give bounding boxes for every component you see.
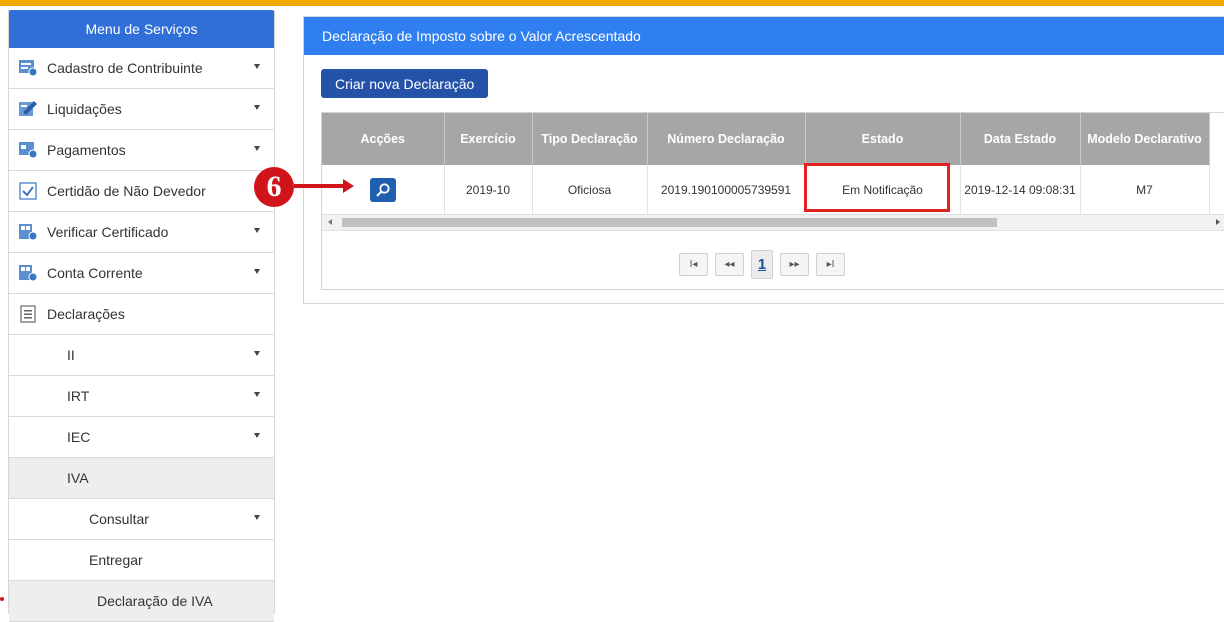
sidebar-item-label: Pagamentos xyxy=(47,142,126,158)
payment-icon xyxy=(17,139,39,161)
declaration-panel: Declaração de Imposto sobre o Valor Acre… xyxy=(303,16,1224,304)
caret-down-icon xyxy=(254,146,260,151)
caret-down-icon xyxy=(254,228,260,233)
previous-page-button[interactable]: ◂◂ xyxy=(715,253,744,276)
sidebar-item-label: II xyxy=(67,347,75,363)
sidebar-item-label: Certidão de Não Devedor xyxy=(47,183,206,199)
panel-title: Declaração de Imposto sobre o Valor Acre… xyxy=(304,17,1224,55)
sidebar-item-label: Consultar xyxy=(89,511,149,527)
caret-down-icon xyxy=(254,515,260,520)
caret-down-icon xyxy=(254,351,260,356)
annotation-dot xyxy=(0,597,4,601)
sidebar-item-label: Declaração de IVA xyxy=(97,593,213,609)
caret-down-icon xyxy=(254,392,260,397)
sidebar-item-ii[interactable]: II xyxy=(9,335,274,376)
scroll-left-icon[interactable] xyxy=(328,219,332,225)
sidebar-title: Menu de Serviços xyxy=(9,10,274,48)
sidebar-item-label: Entregar xyxy=(89,552,143,568)
sidebar-item-label: Verificar Certificado xyxy=(47,224,169,240)
actions-cell xyxy=(322,165,445,215)
annotation-arrow xyxy=(294,184,344,188)
sidebar-item-pagamentos[interactable]: Pagamentos xyxy=(9,130,274,171)
next-page-button[interactable]: ▸▸ xyxy=(780,253,809,276)
step-number-badge: 6 xyxy=(254,167,294,207)
column-header[interactable]: Tipo Declaração xyxy=(532,113,648,165)
sidebar-item-label: Declarações xyxy=(47,306,125,322)
top-accent-bar xyxy=(0,0,1224,6)
cell-tipo: Oficiosa xyxy=(532,165,648,215)
caret-down-icon xyxy=(254,105,260,110)
sidebar-item-certidao[interactable]: Certidão de Não Devedor xyxy=(9,171,274,212)
create-declaration-button[interactable]: Criar nova Declaração xyxy=(321,69,489,98)
cell-modelo: M7 xyxy=(1080,165,1210,215)
horizontal-scrollbar[interactable] xyxy=(322,214,1224,231)
cell-exercicio: 2019-10 xyxy=(444,165,533,215)
sidebar-item-declaracoes[interactable]: Declarações xyxy=(9,294,274,335)
caret-down-icon xyxy=(254,433,260,438)
arrow-head-icon xyxy=(343,179,354,193)
view-declaration-button[interactable] xyxy=(369,177,396,202)
pagination: I◂ ◂◂ 1 ▸▸ ▸I xyxy=(679,250,845,279)
search-icon xyxy=(376,182,390,197)
sidebar-item-verificar-certificado[interactable]: Verificar Certificado xyxy=(9,212,274,253)
sidebar-item-label: Conta Corrente xyxy=(47,265,143,281)
sidebar-item-liquidacoes[interactable]: Liquidações xyxy=(9,89,274,130)
table-header-row: Acções Exercício Tipo Declaração Número … xyxy=(322,113,1210,165)
first-page-button[interactable]: I◂ xyxy=(679,253,708,276)
caret-down-icon xyxy=(254,269,260,274)
column-header[interactable]: Modelo Declarativo xyxy=(1080,113,1210,165)
sidebar-item-entregar[interactable]: Entregar xyxy=(9,540,274,581)
sidebar-item-label: Liquidações xyxy=(47,101,122,117)
cell-data-estado: 2019-12-14 09:08:31 xyxy=(960,165,1081,215)
sidebar-item-label: IRT xyxy=(67,388,90,404)
sidebar-item-iec[interactable]: IEC xyxy=(9,417,274,458)
sidebar-item-label: IEC xyxy=(67,429,91,445)
liquidation-icon xyxy=(17,98,39,120)
last-page-button[interactable]: ▸I xyxy=(816,253,845,276)
column-header[interactable]: Número Declaração xyxy=(647,113,806,165)
declarations-grid: Acções Exercício Tipo Declaração Número … xyxy=(321,112,1224,290)
sidebar-item-cadastro[interactable]: Cadastro de Contribuinte xyxy=(9,48,274,89)
declarations-table: Acções Exercício Tipo Declaração Número … xyxy=(322,113,1210,215)
sidebar-item-consultar[interactable]: Consultar xyxy=(9,499,274,540)
column-header[interactable]: Exercício xyxy=(444,113,533,165)
sidebar-item-conta-corrente[interactable]: Conta Corrente xyxy=(9,253,274,294)
sidebar-item-declaracao-iva[interactable]: Declaração de IVA xyxy=(9,581,274,622)
sidebar-item-irt[interactable]: IRT xyxy=(9,376,274,417)
current-account-icon xyxy=(17,262,39,284)
estado-highlight-box xyxy=(804,163,950,212)
sidebar-item-label: Cadastro de Contribuinte xyxy=(47,60,203,76)
column-header[interactable]: Data Estado xyxy=(960,113,1081,165)
caret-down-icon xyxy=(254,64,260,69)
column-header[interactable]: Acções xyxy=(322,113,445,165)
table-row: 2019-10 Oficiosa 2019.190100005739591 Em… xyxy=(322,165,1210,215)
certificate-icon xyxy=(17,180,39,202)
column-header[interactable]: Estado xyxy=(805,113,961,165)
scroll-right-icon[interactable] xyxy=(1216,219,1220,225)
cell-numero: 2019.190100005739591 xyxy=(647,165,806,215)
sidebar-item-iva[interactable]: IVA xyxy=(9,458,274,499)
current-page-number[interactable]: 1 xyxy=(751,250,773,279)
scrollbar-thumb[interactable] xyxy=(342,218,997,227)
declarations-icon xyxy=(17,303,39,325)
registry-icon xyxy=(17,57,39,79)
services-sidebar: Menu de Serviços Cadastro de Contribuint… xyxy=(8,10,275,622)
sidebar-item-label: IVA xyxy=(67,470,89,486)
verify-certificate-icon xyxy=(17,221,39,243)
